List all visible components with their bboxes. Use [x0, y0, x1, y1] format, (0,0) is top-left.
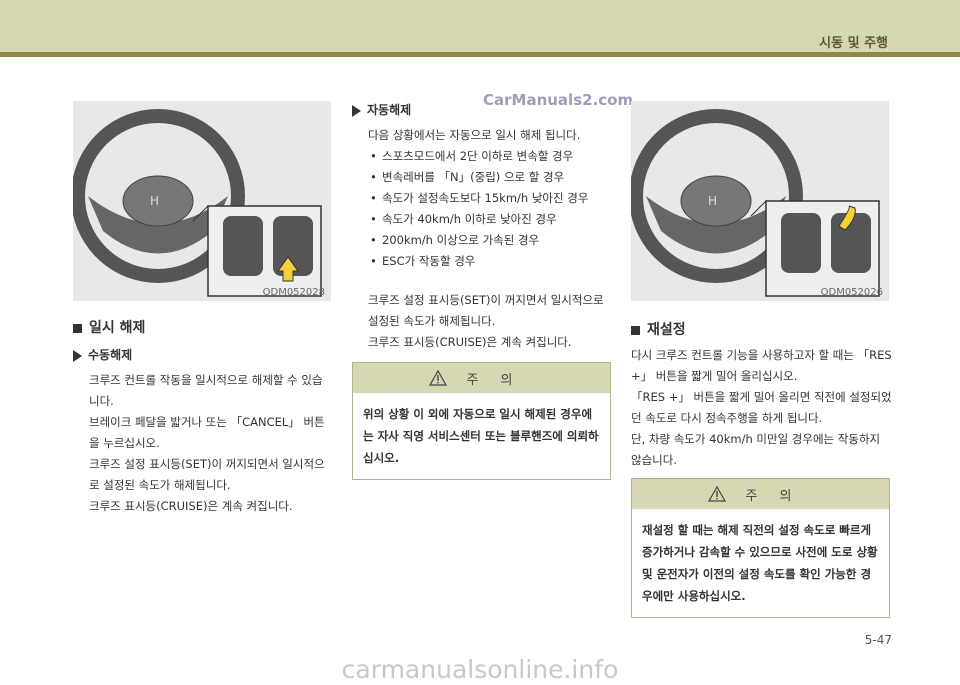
- paragraph: 크루즈 컨트롤 작동을 일시적으로 해제할 수 있습니다.: [89, 373, 323, 408]
- heading-temporary-release: 일시 해제: [73, 318, 331, 339]
- paragraph: 크루즈 설정 표시등(SET)이 꺼지면서 일시적으로 설정된 속도가 해제됩니…: [368, 293, 604, 328]
- middle-column: 자동해제 다음 상황에서는 자동으로 일시 해제 됩니다. 스포츠모드에서 2단…: [352, 100, 610, 353]
- subheading-manual-release: 수동해제: [73, 345, 331, 366]
- square-bullet-icon: [73, 324, 82, 333]
- paragraph: 단, 차량 속도가 40km/h 미만일 경우에는 작동하지 않습니다.: [631, 432, 881, 467]
- caution-box-right: 주의 재설정 할 때는 해제 직전의 설정 속도로 빠르게 증가하거나 감속할 …: [631, 478, 890, 618]
- paragraph: 크루즈 설정 표시등(SET)이 꺼지되면서 일시적으로 설정된 속도가 해제됩…: [89, 457, 325, 492]
- caution-title: 주의: [466, 372, 535, 388]
- list-item: ESC가 작동할 경우: [368, 251, 610, 272]
- subheading-text: 자동해제: [367, 103, 412, 117]
- figure-code: ODM052026: [820, 287, 883, 298]
- list-item: 속도가 설정속도보다 15km/h 낮아진 경우: [368, 188, 610, 209]
- figure-code: ODM052028: [262, 287, 325, 298]
- steering-wheel-illustration: H: [71, 109, 322, 297]
- svg-text:H: H: [708, 194, 717, 208]
- paragraph: 브레이크 페달을 밟거나 또는 「CANCEL」 버튼을 누르십시오.: [89, 415, 325, 450]
- triangle-bullet-icon: [73, 349, 82, 362]
- caution-title: 주의: [745, 488, 814, 504]
- triangle-bullet-icon: [352, 104, 361, 117]
- warning-icon: [707, 486, 726, 502]
- auto-release-list: 스포츠모드에서 2단 이하로 변속할 경우 변속레버를 「N」(중립) 으로 할…: [368, 146, 610, 272]
- svg-text:H: H: [150, 194, 159, 208]
- right-column: 재설정 다시 크루즈 컨트롤 기능을 사용하고자 할 때는 「RES +」 버튼…: [631, 320, 893, 471]
- header-divider: [0, 52, 960, 57]
- warning-icon: [428, 370, 447, 386]
- left-column: 일시 해제 수동해제 크루즈 컨트롤 작동을 일시적으로 해제할 수 있습니다.…: [73, 318, 331, 517]
- paragraph: 다음 상황에서는 자동으로 일시 해제 됩니다.: [368, 128, 581, 142]
- list-item: 200km/h 이상으로 가속된 경우: [368, 230, 610, 251]
- steering-wheel-figure-cancel: H ODM052028: [71, 101, 331, 301]
- list-item: 변속레버를 「N」(중립) 으로 할 경우: [368, 167, 610, 188]
- page-number: 5-47: [864, 633, 892, 647]
- paragraph: 크루즈 표시등(CRUISE)은 계속 켜집니다.: [89, 499, 293, 513]
- steering-wheel-figure-res: H ODM052026: [629, 101, 889, 301]
- heading-text: 재설정: [647, 322, 686, 338]
- caution-header: 주의: [632, 479, 889, 509]
- caution-text: 위의 상황 이 외에 자동으로 일시 해제된 경우에는 자사 직영 서비스센터 …: [353, 393, 610, 479]
- steering-wheel-illustration: H: [629, 109, 880, 297]
- list-item: 속도가 40km/h 이하로 낮아진 경우: [368, 209, 610, 230]
- subheading-auto-release: 자동해제: [352, 100, 610, 121]
- paragraph: 다시 크루즈 컨트롤 기능을 사용하고자 할 때는 「RES +」 버튼을 짧게…: [631, 348, 892, 383]
- watermark-bottom: carmanualsonline.info: [341, 655, 619, 684]
- heading-text: 일시 해제: [89, 320, 146, 336]
- caution-text: 재설정 할 때는 해제 직전의 설정 속도로 빠르게 증가하거나 감속할 수 있…: [632, 509, 889, 617]
- caution-box-middle: 주의 위의 상황 이 외에 자동으로 일시 해제된 경우에는 자사 직영 서비스…: [352, 362, 611, 480]
- list-item: 스포츠모드에서 2단 이하로 변속할 경우: [368, 146, 610, 167]
- heading-reset: 재설정: [631, 320, 893, 341]
- square-bullet-icon: [631, 326, 640, 335]
- section-title: 시동 및 주행: [819, 36, 888, 51]
- subheading-text: 수동해제: [88, 348, 133, 362]
- header-bar: [0, 0, 960, 52]
- paragraph: 크루즈 표시등(CRUISE)은 계속 켜집니다.: [368, 335, 572, 349]
- caution-header: 주의: [353, 363, 610, 393]
- paragraph: 「RES +」 버튼을 짧게 밀어 올리면 직전에 설정되었던 속도로 다시 정…: [631, 390, 892, 425]
